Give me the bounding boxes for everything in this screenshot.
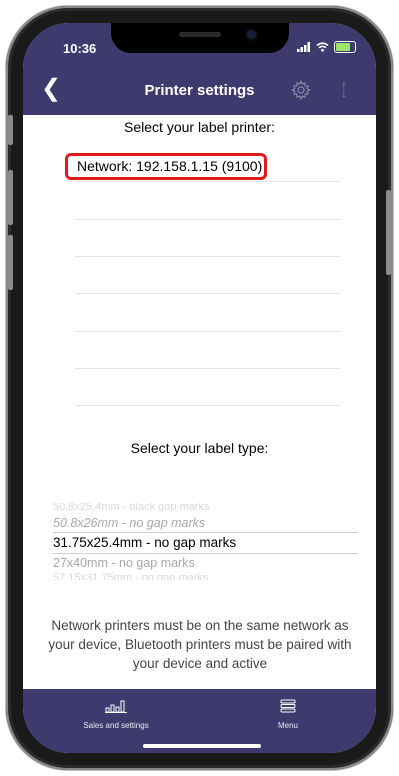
printer-list-item-selected[interactable]: Network: 192.158.1.15 (9100) — [65, 153, 267, 180]
printer-section-title: Select your label printer: — [124, 119, 275, 135]
label-picker-option[interactable]: 27x40mm - no gap marks — [53, 556, 195, 570]
nav-bar: ❮ Printer settings ↑ ↓ — [23, 67, 376, 115]
phone-power-button — [386, 190, 391, 275]
battery-icon — [334, 41, 356, 53]
phone-side-button — [8, 115, 13, 145]
label-picker-option[interactable]: 57.15x31.75mm - no gap marks — [53, 572, 208, 580]
nav-title: Printer settings — [144, 82, 255, 99]
status-icons — [297, 41, 356, 53]
label-picker-option[interactable]: 50.8x25.4mm - black gap marks — [53, 503, 210, 512]
footnote-text: Network printers must be on the same net… — [48, 618, 352, 671]
picker-selection-line — [53, 532, 358, 533]
phone-screen: 10:36 ❮ Printer settings ↑ ↓ Select your … — [23, 23, 376, 753]
printer-list-divider — [75, 368, 340, 369]
printer-list-divider — [75, 181, 340, 182]
gear-icon[interactable] — [290, 79, 312, 101]
menu-icon — [280, 699, 296, 713]
printer-list-divider — [75, 256, 340, 257]
tab-sales-and-settings[interactable]: Sales and settings — [71, 699, 161, 730]
printer-list-divider — [75, 293, 340, 294]
printer-list-divider — [75, 219, 340, 220]
tab-bar: Sales and settings Menu — [23, 689, 376, 753]
sort-arrows-icon[interactable]: ↑ ↓ — [341, 79, 347, 99]
home-indicator — [143, 744, 261, 748]
status-time: 10:36 — [63, 41, 97, 56]
speaker — [179, 32, 221, 37]
label-picker-option-selected[interactable]: 31.75x25.4mm - no gap marks — [53, 535, 236, 550]
tab-label: Sales and settings — [83, 721, 149, 730]
picker-selection-line — [53, 553, 358, 554]
label-picker-option[interactable]: 50.8x26mm - no gap marks — [53, 516, 205, 530]
printer-list-divider — [75, 331, 340, 332]
printer-list-divider — [75, 405, 340, 406]
label-section-title: Select your label type: — [130, 440, 269, 456]
phone-volume-up — [8, 170, 13, 225]
tab-label: Menu — [277, 721, 298, 730]
notch — [111, 23, 289, 53]
bar-chart-icon — [105, 700, 127, 713]
signal-icon — [297, 42, 310, 52]
wifi-icon — [316, 42, 329, 52]
front-camera — [247, 30, 256, 39]
phone-volume-down — [8, 235, 13, 290]
tab-menu[interactable]: Menu — [268, 699, 308, 730]
